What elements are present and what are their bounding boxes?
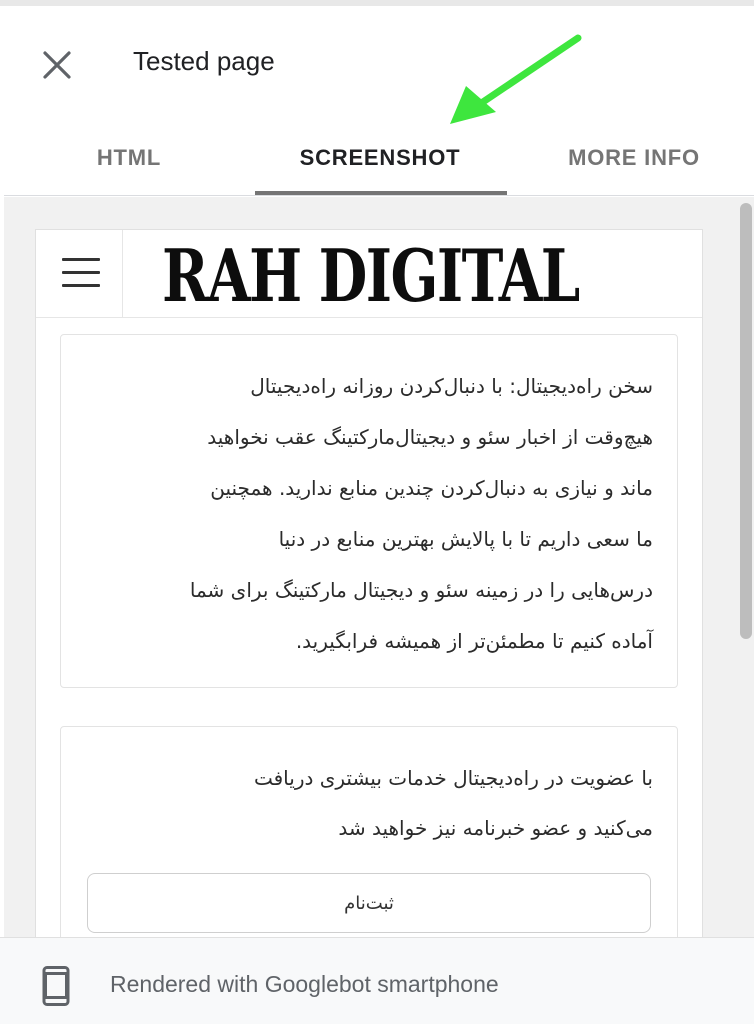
membership-text: با عضویت در راه‌دیجیتال خدمات بیشتری دری…: [83, 753, 653, 853]
smartphone-icon: [42, 966, 70, 1006]
intro-line: هیچ‌وقت از اخبار سئو و دیجیتال‌مارکتینگ …: [207, 425, 653, 449]
close-icon: [43, 51, 71, 79]
scrollbar-thumb[interactable]: [740, 203, 752, 639]
site-logo: RAH DIGITAL: [162, 232, 580, 318]
intro-line: ماند و نیازی به دنبال‌کردن چندین منابع ن…: [210, 476, 653, 500]
site-header: RAH DIGITAL: [36, 230, 702, 318]
hamburger-menu-icon[interactable]: [62, 256, 100, 290]
dialog-title: Tested page: [133, 46, 275, 76]
close-button[interactable]: [38, 46, 76, 84]
tab-more-info[interactable]: MORE INFO: [544, 120, 724, 196]
intro-line: سخن راه‌دیجیتال: با دنبال‌کردن روزانه را…: [250, 374, 653, 398]
signup-button[interactable]: ثبت‌نام: [87, 873, 651, 933]
render-info-text: Rendered with Googlebot smartphone: [110, 971, 499, 997]
tab-bar: HTML SCREENSHOT MORE INFO: [4, 120, 754, 196]
rendered-page: RAH DIGITAL سخن راه‌دیجیتال: با دنبال‌کر…: [35, 229, 703, 937]
scrollbar[interactable]: [738, 197, 754, 937]
screenshot-viewport[interactable]: RAH DIGITAL سخن راه‌دیجیتال: با دنبال‌کر…: [4, 197, 754, 937]
intro-card: سخن راه‌دیجیتال: با دنبال‌کردن روزانه را…: [60, 334, 678, 688]
membership-line: می‌کنید و عضو خبرنامه نیز خواهید شد: [338, 816, 653, 840]
intro-text: سخن راه‌دیجیتال: با دنبال‌کردن روزانه را…: [83, 361, 653, 667]
intro-line: ما سعی داریم تا با پالایش بهترین منابع د…: [278, 527, 653, 551]
intro-line: درس‌هایی را در زمینه سئو و دیجیتال مارکت…: [189, 578, 653, 602]
footer-bar: Rendered with Googlebot smartphone: [0, 937, 754, 1024]
membership-card: با عضویت در راه‌دیجیتال خدمات بیشتری دری…: [60, 726, 678, 937]
dialog-header: Tested page: [0, 0, 754, 120]
tab-html[interactable]: HTML: [44, 120, 214, 196]
membership-line: با عضویت در راه‌دیجیتال خدمات بیشتری دری…: [253, 766, 653, 790]
active-tab-indicator: [255, 191, 507, 195]
tab-screenshot[interactable]: SCREENSHOT: [254, 120, 506, 196]
intro-line: آماده کنیم تا مطمئن‌تر از همیشه فرابگیری…: [295, 629, 653, 653]
header-divider: [122, 230, 123, 318]
